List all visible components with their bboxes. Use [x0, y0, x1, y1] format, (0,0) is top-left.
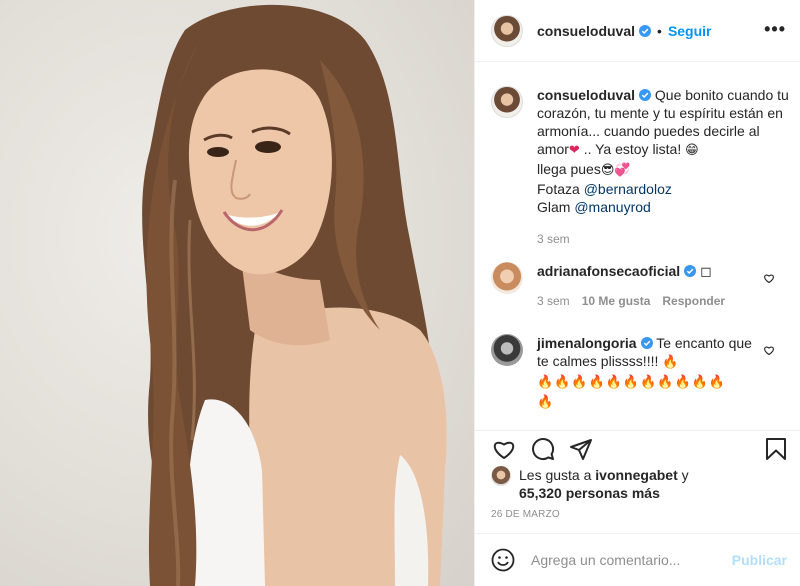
reply-button[interactable]: Responder — [662, 294, 725, 308]
likes-count[interactable]: 65,320 personas más — [519, 485, 660, 501]
more-icon[interactable]: ••• — [764, 20, 786, 38]
verified-icon — [684, 265, 697, 277]
comment-text: ◻ — [700, 263, 712, 279]
avatar[interactable] — [491, 14, 523, 47]
post-photo[interactable] — [0, 0, 474, 586]
caption: consueloduval Que bonito cuando tu coraz… — [491, 86, 791, 248]
verified-icon — [639, 89, 652, 101]
verified-icon — [639, 24, 652, 37]
comment-meta: 3 sem 10 Me gusta Responder — [537, 292, 759, 310]
likes-conj: y — [681, 467, 689, 483]
header-username[interactable]: consueloduval — [537, 23, 635, 39]
publish-button[interactable]: Publicar — [732, 552, 787, 568]
comment-likes[interactable]: 10 Me gusta — [582, 294, 651, 308]
comment-time: 3 sem — [537, 294, 570, 308]
heart-emoji: ❤ — [568, 143, 580, 158]
verified-icon — [640, 337, 653, 349]
caption-body-2: .. Ya estoy lista! — [583, 141, 682, 157]
heart-icon[interactable] — [491, 437, 517, 461]
avatar[interactable] — [491, 334, 523, 366]
instagram-post: consueloduval • Seguir ••• consueloduval… — [0, 0, 800, 586]
fire-emoji-row: 🔥🔥🔥🔥🔥🔥🔥🔥🔥🔥🔥 — [537, 375, 727, 390]
caption-photo-credit: Fotaza — [537, 181, 580, 197]
sunglasses-emoji: 😎 — [600, 163, 615, 178]
caption-glam-credit: Glam — [537, 199, 571, 215]
likes-user[interactable]: ivonnegabet — [595, 467, 677, 483]
emoji-icon[interactable] — [491, 548, 515, 572]
heart-icon[interactable] — [763, 272, 775, 284]
comment-username[interactable]: adrianafonsecaoficial — [537, 263, 680, 279]
mention-link[interactable]: @bernardoloz — [584, 181, 672, 197]
portrait-image — [142, 4, 447, 586]
caption-username[interactable]: consueloduval — [537, 87, 635, 103]
mention-link[interactable]: @manuyrod — [574, 199, 650, 215]
post-sidebar: consueloduval • Seguir ••• consueloduval… — [474, 0, 800, 586]
likes-summary: Les gusta a ivonnegabet y 65,320 persona… — [491, 466, 689, 502]
save-icon[interactable] — [765, 437, 787, 461]
comment-username[interactable]: jimenalongoria — [537, 335, 637, 351]
comment-icon[interactable] — [531, 437, 555, 461]
share-icon[interactable] — [569, 437, 593, 461]
hearts-emoji: 💞 — [614, 163, 631, 178]
comment-composer: Publicar — [475, 533, 800, 586]
likes-prefix: Les gusta a — [519, 467, 592, 483]
separator-dot: • — [657, 22, 662, 39]
avatar[interactable] — [491, 262, 523, 294]
caption-body-3: llega pues — [537, 161, 601, 177]
comment-input[interactable] — [531, 552, 731, 568]
action-bar — [475, 430, 800, 464]
caption-avatar[interactable] — [491, 86, 523, 118]
grin-emoji: 😁 — [685, 143, 699, 158]
caption-time: 3 sem — [537, 232, 570, 246]
avatar[interactable] — [491, 466, 511, 486]
post-date: 26 DE MARZO — [491, 509, 560, 520]
fire-emoji: 🔥 — [537, 395, 555, 410]
comment: adrianafonsecaoficial ◻ 3 sem 10 Me gusta… — [491, 262, 791, 310]
caption-text: consueloduval Que bonito cuando tu coraz… — [537, 86, 791, 248]
heart-icon[interactable] — [763, 344, 775, 356]
post-header: consueloduval • Seguir ••• — [475, 0, 800, 62]
fire-emoji: 🔥 — [662, 355, 680, 370]
follow-button[interactable]: Seguir — [668, 23, 712, 39]
comment: jimenalongoria Te encanto que te calmes … — [491, 334, 791, 412]
